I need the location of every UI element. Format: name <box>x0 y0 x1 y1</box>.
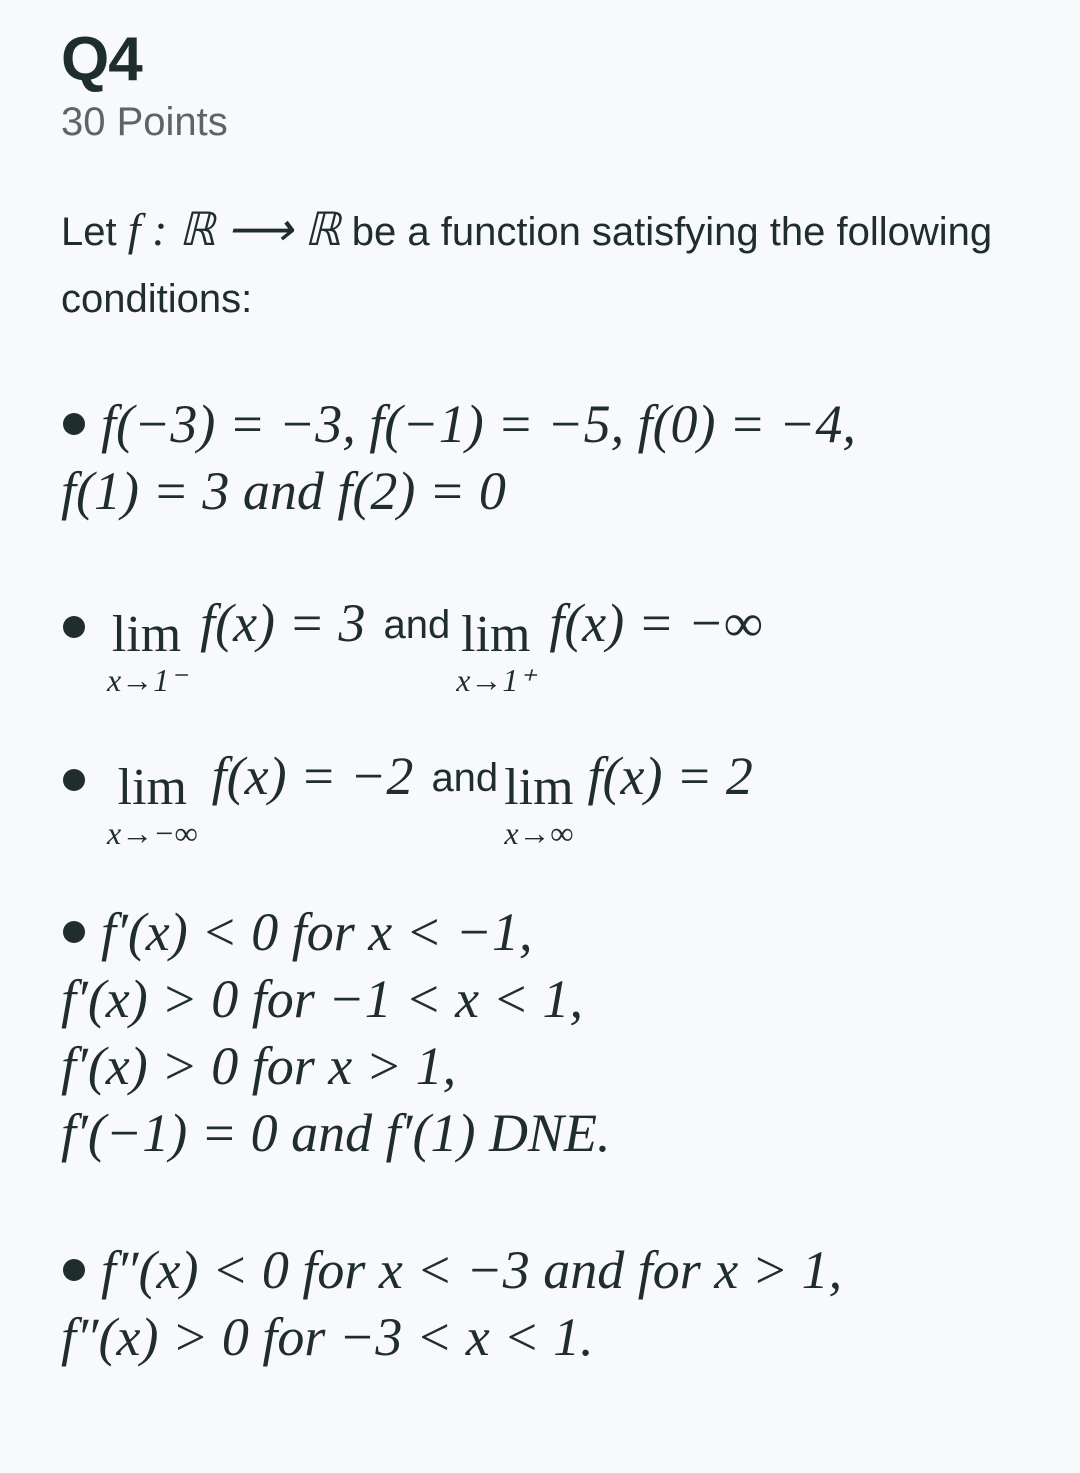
condition-values: f(−3) = −3, f(−1) = −5, f(0) = −4, f(1) … <box>61 390 1051 524</box>
limit-subscript: x→∞ <box>504 815 574 851</box>
limit-operator: lim x→1⁺ <box>456 606 536 700</box>
limit-subscript: x→1⁻ <box>107 662 187 698</box>
condition-limits-at-1: lim x→1⁻ f(x) = 3 and lim x→1⁺ f(x) = −∞ <box>61 592 1051 698</box>
limit-operator: lim x→−∞ <box>107 759 198 853</box>
lim-label: lim <box>117 759 187 816</box>
limit-expression: f(x) = 3 <box>200 593 366 653</box>
limit-subscript: x→−∞ <box>107 815 198 851</box>
joiner-text: and <box>431 756 499 800</box>
condition-first-derivative: f′(x) < 0 for x < −1, f′(x) > 0 for −1 <… <box>61 898 1051 1166</box>
condition-line: f(−3) = −3, f(−1) = −5, f(0) = −4, <box>101 393 856 454</box>
condition-second-derivative: f″(x) < 0 for x < −3 and for x > 1, f″(x… <box>61 1236 1051 1370</box>
condition-limits-at-infinity: lim x→−∞ f(x) = −2 and lim x→∞ f(x) = 2 <box>61 745 1051 851</box>
bullet-icon <box>63 616 85 638</box>
condition-line: f″(x) > 0 for −3 < x < 1. <box>61 1306 594 1367</box>
condition-line: f(1) = 3 and f(2) = 0 <box>61 460 506 521</box>
function-signature: f : ℝ ⟶ ℝ <box>127 204 341 255</box>
bullet-icon <box>63 412 85 435</box>
bullet-icon <box>63 769 85 791</box>
limit-expression: f(x) = −2 <box>211 746 414 806</box>
lim-label: lim <box>504 759 574 816</box>
lim-label: lim <box>461 606 531 663</box>
condition-line: f′(x) > 0 for x > 1, <box>61 1035 457 1096</box>
limit-subscript: x→1⁺ <box>456 662 536 698</box>
limit-operator: lim x→∞ <box>504 759 574 853</box>
bullet-icon <box>63 1258 85 1281</box>
condition-line: f″(x) < 0 for x < −3 and for x > 1, <box>101 1239 843 1300</box>
condition-line: f′(−1) = 0 and f′(1) DNE. <box>61 1102 611 1163</box>
lim-label: lim <box>111 606 182 663</box>
problem-intro: Let f : ℝ ⟶ ℝ be a function satisfying t… <box>61 196 1041 333</box>
limit-expression: f(x) = −∞ <box>549 593 763 653</box>
limit-expression: f(x) = 2 <box>587 746 753 806</box>
question-title: Q4 <box>61 25 143 94</box>
condition-line: f′(x) > 0 for −1 < x < 1, <box>61 968 583 1029</box>
limit-operator: lim x→1⁻ <box>107 606 187 700</box>
question-points: 30 Points <box>61 100 228 144</box>
condition-line: f′(x) < 0 for x < −1, <box>101 901 533 962</box>
joiner-text: and <box>383 603 451 647</box>
bullet-icon <box>63 920 85 943</box>
intro-text-before: Let <box>61 210 128 254</box>
